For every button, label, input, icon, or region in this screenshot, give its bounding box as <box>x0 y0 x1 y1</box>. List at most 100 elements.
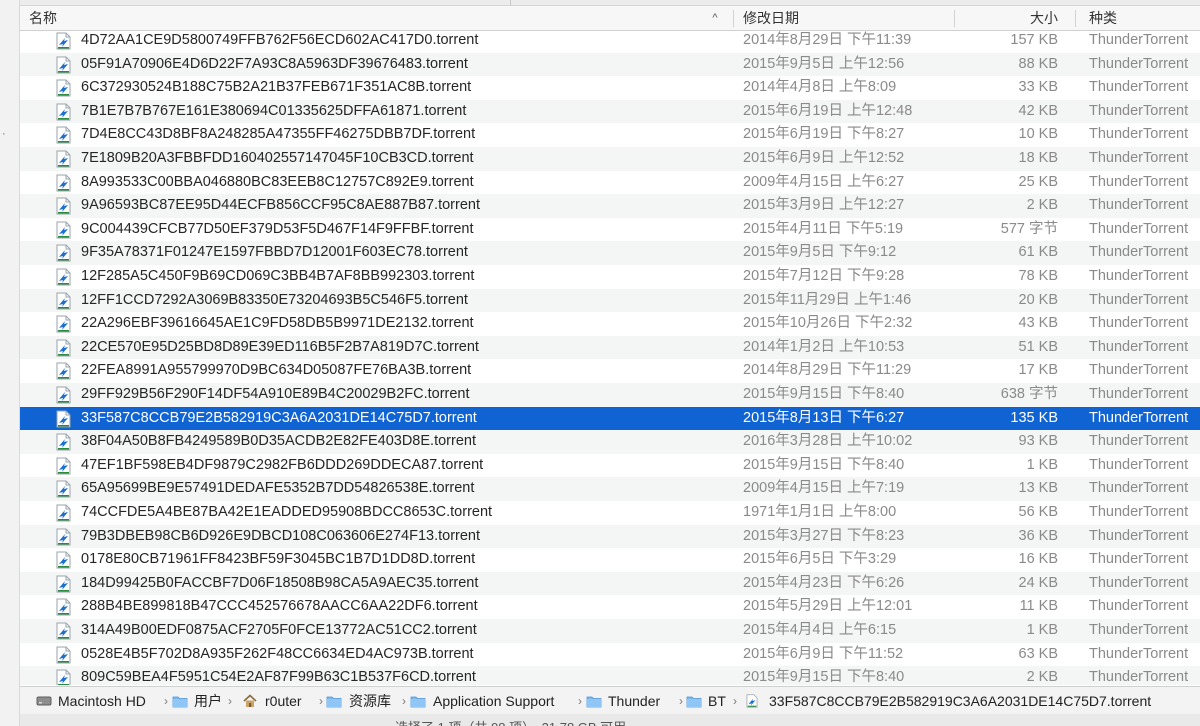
file-size: 25 KB <box>1018 173 1059 190</box>
file-row[interactable]: 22A296EBF39616645AE1C9FD58DB5B9971DE2132… <box>20 312 1200 336</box>
column-kind-header[interactable]: 种类 <box>1089 6 1117 31</box>
path-crumb[interactable]: 用户 <box>194 687 222 715</box>
path-crumb[interactable]: Thunder <box>608 687 660 715</box>
file-row-selected[interactable]: 33F587C8CCB79E2B582919C3A6A2031DE14C75D7… <box>20 406 1200 431</box>
file-row[interactable]: 8A993533C00BBA046880BC83EEB8C12757C892E9… <box>20 171 1200 195</box>
torrent-file-icon <box>56 268 71 286</box>
file-size: 577 字节 <box>1000 220 1058 237</box>
file-kind: ThunderTorrent <box>1089 102 1189 119</box>
file-row[interactable]: 7B1E7B7B767E161E380694C01335625DFFA61871… <box>20 99 1200 124</box>
file-row[interactable]: 288B4BE899818B47CCC452576678AACC6AA22DF6… <box>20 595 1200 619</box>
file-size: 51 KB <box>1018 338 1059 355</box>
column-divider[interactable] <box>733 10 734 27</box>
file-name: 7D4E8CC43D8BF8A248285A47355FF46275DBB7DF… <box>81 126 476 143</box>
file-date: 2015年8月13日 下午6:27 <box>743 409 905 426</box>
torrent-file-icon <box>56 292 71 310</box>
file-kind: ThunderTorrent <box>1089 622 1189 638</box>
column-size-header[interactable]: 大小 <box>1030 6 1058 31</box>
torrent-file-icon <box>56 56 71 74</box>
file-name: 22FEA8991A955799970D9BC634D05087FE76BA3B… <box>81 362 472 379</box>
file-date: 2015年9月15日 下午8:40 <box>743 386 905 402</box>
path-crumb[interactable]: 资源库 <box>349 687 391 715</box>
file-date: 2015年9月5日 下午9:12 <box>743 244 897 261</box>
file-date: 2015年4月11日 下午5:19 <box>743 220 904 237</box>
file-row[interactable]: 38F04A50B8FB4249589B0D35ACDB2E82FE403D8E… <box>20 430 1200 454</box>
path-crumb[interactable]: Macintosh HD <box>58 687 146 715</box>
file-row[interactable]: 0178E80CB71961FF8423BF59F3045BC1B7D1DD8D… <box>20 548 1200 572</box>
file-row[interactable]: 0528E4B5F702D8A935F262F48CC6634ED4AC973B… <box>20 643 1200 667</box>
file-row[interactable]: 22FEA8991A955799970D9BC634D05087FE76BA3B… <box>20 359 1200 383</box>
file-date: 2009年4月15日 上午6:27 <box>743 173 905 190</box>
file-row[interactable]: 9A96593BC87EE95D44ECFB856CCF95C8AE887B87… <box>20 194 1200 218</box>
path-crumb[interactable]: 33F587C8CCB79E2B582919C3A6A2031DE14C75D7… <box>769 687 1151 715</box>
file-row[interactable]: 184D99425B0FACCBF7D06F18508B98CA5A9AEC35… <box>20 571 1200 596</box>
file-name: 288B4BE899818B47CCC452576678AACC6AA22DF6… <box>81 598 478 615</box>
file-kind: ThunderTorrent <box>1089 386 1189 402</box>
file-row[interactable]: 7D4E8CC43D8BF8A248285A47355FF46275DBB7DF… <box>20 123 1200 147</box>
file-row[interactable]: 05F91A70906E4D6D22F7A93C8A5963DF39676483… <box>20 52 1200 77</box>
file-row[interactable]: 74CCFDE5A4BE87BA42E1EADDED95908BDCC8653C… <box>20 501 1200 525</box>
file-size: 88 KB <box>1018 55 1059 72</box>
folder-icon <box>686 694 702 708</box>
file-row[interactable]: 7E1809B20A3FBBFDD160402557147045F10CB3CD… <box>20 147 1200 171</box>
file-row[interactable]: 809C59BEA4F5951C54E2AF87F99B63C1B537F6CD… <box>20 666 1200 685</box>
file-row[interactable]: 79B3DBEB98CB6D926E9DBCD108C063606E274F13… <box>20 524 1200 549</box>
torrent-file-icon <box>56 480 71 498</box>
file-kind: ThunderTorrent <box>1089 79 1189 96</box>
torrent-file-icon <box>56 575 71 593</box>
column-date-header[interactable]: 修改日期 <box>743 6 799 31</box>
file-size: 78 KB <box>1018 268 1059 284</box>
file-row[interactable]: 29FF929B56F290F14DF54A910E89B4C20029B2FC… <box>20 383 1200 407</box>
file-size: 638 字节 <box>1000 386 1058 402</box>
file-date: 2015年3月9日 上午12:27 <box>743 197 905 214</box>
file-name: 38F04A50B8FB4249589B0D35ACDB2E82FE403D8E… <box>81 433 476 450</box>
file-size: 1 KB <box>1026 456 1058 473</box>
torrent-file-icon <box>56 551 71 569</box>
file-date: 2015年6月9日 上午12:52 <box>743 150 905 166</box>
file-row[interactable]: 12F285A5C450F9B69CD069C3BB4B7AF8BB992303… <box>20 265 1200 289</box>
file-row[interactable]: 47EF1BF598EB4DF9879C2982FB6DDD269DDECA87… <box>20 454 1200 478</box>
file-row[interactable]: 9C004439CFCB77D50EF379D53F5D467F14F9FFBF… <box>20 218 1200 242</box>
column-divider[interactable] <box>954 10 955 27</box>
file-kind: ThunderTorrent <box>1089 173 1189 190</box>
file-date: 2015年4月4日 上午6:15 <box>743 622 897 638</box>
file-row[interactable]: 12FF1CCD7292A3069B83350E73204693B5C546F5… <box>20 288 1200 313</box>
file-date: 2015年6月9日 下午11:52 <box>743 645 904 662</box>
file-size: 24 KB <box>1018 574 1059 591</box>
file-date: 2014年4月8日 上午8:09 <box>743 79 897 96</box>
file-row[interactable]: 6C372930524B188C75B2A21B37FEB671F351AC8B… <box>20 76 1200 100</box>
torrent-file-icon <box>56 457 71 475</box>
torrent-file-icon <box>56 244 71 262</box>
path-crumb[interactable]: BT <box>708 687 726 715</box>
file-name: 314A49B00EDF0875ACF2705F0FCE13772AC51CC2… <box>81 622 477 638</box>
file-kind: ThunderTorrent <box>1089 598 1189 615</box>
file-date: 1971年1月1日 上午8:00 <box>743 504 897 520</box>
folder-icon <box>326 694 342 708</box>
file-size: 63 KB <box>1018 645 1059 662</box>
file-date: 2016年3月28日 上午10:02 <box>743 433 913 450</box>
file-kind: ThunderTorrent <box>1089 126 1189 143</box>
status-text: 选择了 1 项（共 98 项），21.78 GB 可用 <box>395 717 626 726</box>
file-size: 36 KB <box>1018 527 1059 544</box>
file-kind: ThunderTorrent <box>1089 574 1189 591</box>
file-row[interactable]: 22CE570E95D25BD8D89E39ED116B5F2B7A819D7C… <box>20 335 1200 360</box>
file-date: 2014年8月29日 下午11:29 <box>743 362 912 379</box>
torrent-file-icon <box>56 504 71 522</box>
file-row[interactable]: 4D72AA1CE9D5800749FFB762F56ECD602AC417D0… <box>20 31 1200 53</box>
file-row[interactable]: 314A49B00EDF0875ACF2705F0FCE13772AC51CC2… <box>20 619 1200 643</box>
file-name: 12F285A5C450F9B69CD069C3BB4B7AF8BB992303… <box>81 268 475 284</box>
file-row[interactable]: 65A95699BE9E57491DEDAFE5352B7DD54826538E… <box>20 477 1200 501</box>
torrent-file-icon <box>56 150 71 168</box>
path-crumb[interactable]: r0uter <box>265 687 302 715</box>
torrent-file-icon <box>56 339 71 357</box>
path-crumb[interactable]: Application Support <box>433 687 554 715</box>
file-kind: ThunderTorrent <box>1089 433 1189 450</box>
column-header: 名称 ^ 修改日期 大小 种类 <box>20 6 1200 31</box>
file-size: 157 KB <box>1010 32 1058 48</box>
file-row[interactable]: 9F35A78371F01247E1597FBBD7D12001F603EC78… <box>20 241 1200 265</box>
torrent-file-icon <box>56 386 71 404</box>
column-divider[interactable] <box>1075 10 1076 27</box>
column-name-header[interactable]: 名称 <box>29 6 57 31</box>
sort-ascending-icon[interactable]: ^ <box>708 6 722 31</box>
file-date: 2015年4月23日 下午6:26 <box>743 574 905 591</box>
